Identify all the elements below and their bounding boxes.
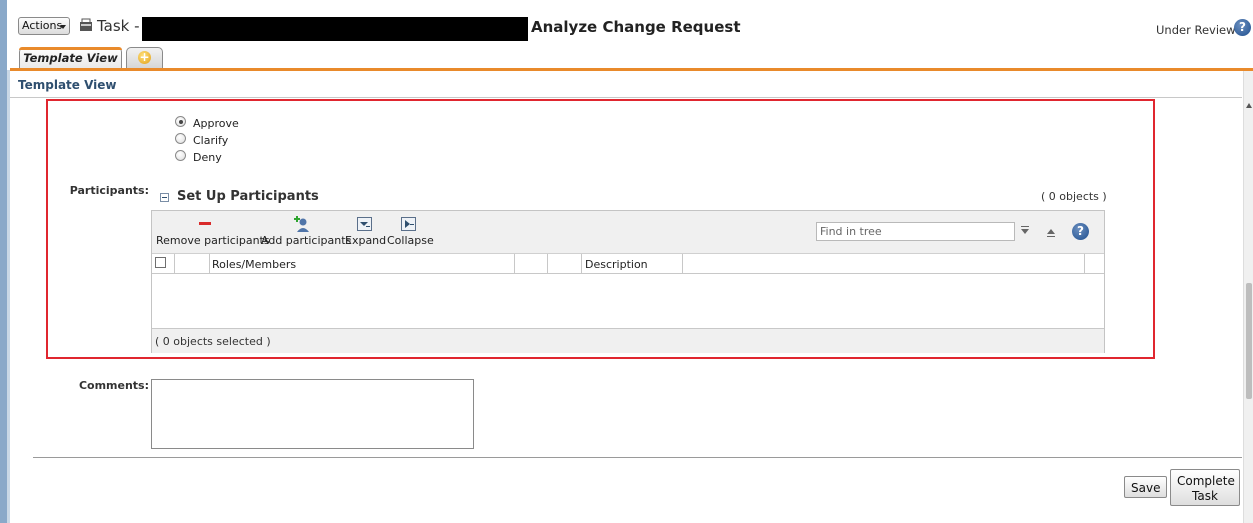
complete-task-label-line2: Task — [1192, 488, 1218, 503]
left-edge-strip-inner — [7, 70, 10, 523]
selected-count: ( 0 objects selected ) — [155, 335, 271, 348]
radio-label-approve: Approve — [193, 117, 239, 130]
column-header-description[interactable]: Description — [585, 258, 648, 271]
radio-deny[interactable] — [175, 150, 186, 161]
collapse-button[interactable]: Collapse — [387, 234, 434, 247]
status-text: Under Review — [1156, 23, 1236, 37]
section-divider — [10, 97, 1242, 98]
task-icon — [80, 18, 92, 31]
chevron-down-icon — [60, 25, 66, 29]
save-button[interactable]: Save — [1124, 476, 1167, 498]
column-header-roles[interactable]: Roles/Members — [212, 258, 296, 271]
complete-task-label-line1: Complete — [1177, 473, 1235, 488]
task-title: Analyze Change Request — [531, 18, 741, 36]
radio-label-clarify: Clarify — [193, 134, 229, 147]
participants-label: Participants: — [69, 184, 149, 197]
bottom-divider — [33, 457, 1242, 458]
add-participants-button[interactable]: Add participants — [261, 234, 351, 247]
actions-menu-button[interactable]: Actions — [18, 17, 70, 35]
radio-clarify[interactable] — [175, 133, 186, 144]
comments-label: Comments: — [78, 379, 149, 392]
find-previous-icon[interactable] — [1047, 229, 1055, 237]
scrollbar-thumb[interactable] — [1246, 283, 1252, 399]
left-edge-strip — [0, 0, 7, 523]
add-user-icon[interactable] — [293, 216, 310, 232]
add-tab-button[interactable]: + — [126, 47, 163, 68]
column-divider — [1084, 254, 1085, 273]
radio-approve[interactable] — [175, 116, 186, 127]
remove-participants-button[interactable]: Remove participants — [156, 234, 270, 247]
redacted-block — [142, 17, 528, 41]
select-all-checkbox[interactable] — [155, 257, 166, 268]
find-in-tree-input[interactable] — [816, 222, 1015, 241]
tab-template-view[interactable]: Template View — [19, 47, 122, 69]
column-divider — [547, 254, 548, 273]
help-icon[interactable]: ? — [1234, 19, 1251, 36]
object-count: ( 0 objects ) — [1041, 190, 1107, 203]
tab-underline — [10, 68, 1253, 71]
actions-label: Actions — [22, 19, 63, 32]
complete-task-button[interactable]: Complete Task — [1170, 469, 1240, 506]
task-title-prefix: Task - — [97, 17, 140, 35]
section-title: Template View — [18, 78, 117, 92]
column-divider — [682, 254, 683, 273]
column-divider — [209, 254, 210, 273]
column-divider — [514, 254, 515, 273]
expand-icon[interactable] — [357, 217, 372, 231]
expand-button[interactable]: Expand — [345, 234, 386, 247]
add-tab-icon: + — [138, 50, 151, 64]
scroll-up-arrow-icon[interactable] — [1246, 103, 1252, 108]
column-divider — [581, 254, 582, 273]
collapse-section-icon[interactable] — [160, 193, 169, 202]
participants-group-title: Set Up Participants — [177, 189, 319, 204]
radio-label-deny: Deny — [193, 151, 222, 164]
find-next-icon[interactable] — [1021, 226, 1029, 234]
table-footer — [152, 328, 1104, 353]
collapse-icon[interactable] — [401, 217, 416, 231]
column-divider — [174, 254, 175, 273]
tab-label: Template View — [23, 51, 118, 65]
help-icon[interactable]: ? — [1072, 223, 1089, 240]
comments-textarea[interactable] — [151, 379, 474, 449]
remove-icon[interactable] — [199, 222, 211, 225]
